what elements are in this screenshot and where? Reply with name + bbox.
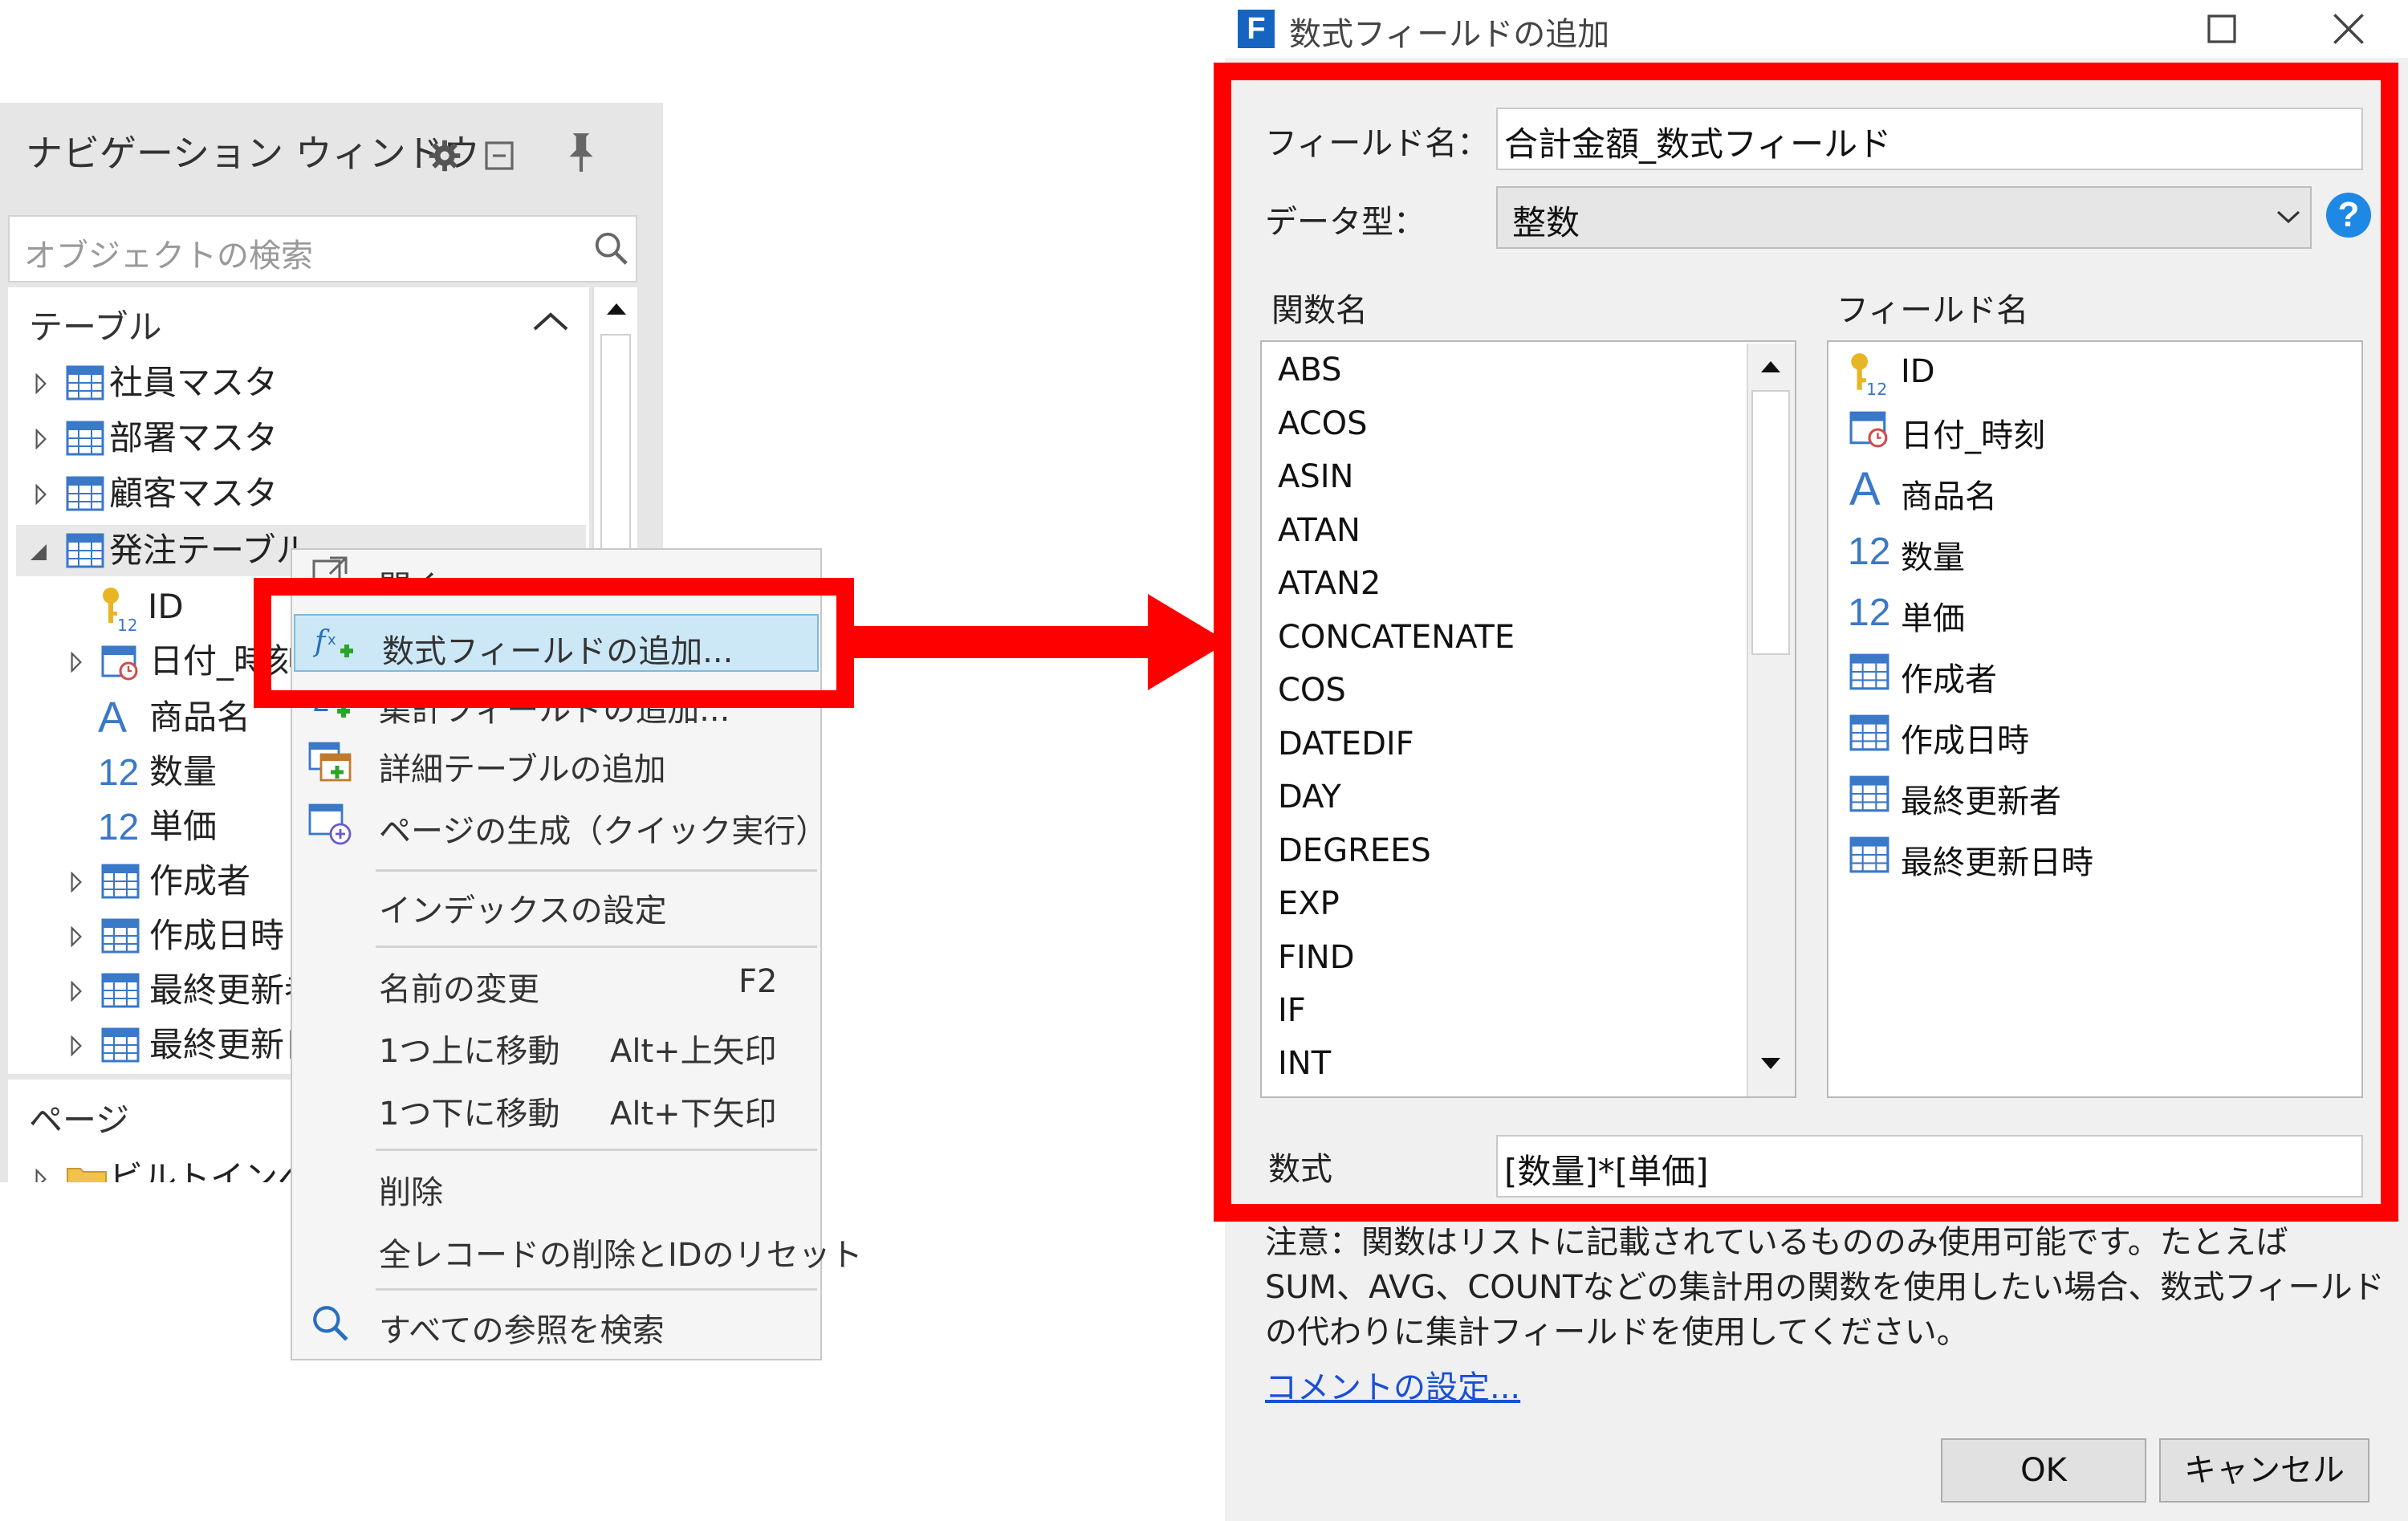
maximize-icon[interactable]: [2206, 13, 2238, 45]
collapse-icon[interactable]: [483, 140, 515, 172]
scroll-up-arrow-icon[interactable]: [605, 300, 628, 316]
menu-item-index-settings[interactable]: インデックスの設定: [292, 875, 820, 933]
expand-triangle-icon[interactable]: [34, 484, 48, 505]
gear-icon[interactable]: [427, 138, 462, 173]
tree-field-label: 単価: [149, 807, 218, 846]
table-icon: [101, 918, 140, 954]
menu-separator: [376, 1149, 817, 1151]
tree-field-label: 数量: [149, 752, 218, 791]
menu-item-rename[interactable]: 名前の変更 F2: [292, 954, 820, 1011]
generate-page-icon: [308, 803, 352, 845]
tree-field-item[interactable]: 最終更新者: [69, 965, 318, 1016]
app-logo-icon: F: [1238, 10, 1275, 48]
tree-item-table[interactable]: 社員マスタ: [29, 357, 543, 409]
expand-triangle-icon[interactable]: [69, 926, 83, 947]
collapse-triangle-icon[interactable]: [29, 543, 48, 562]
tree-item-label: 顧客マスタ: [109, 474, 279, 513]
tree-field-label: 作成日時: [149, 916, 285, 955]
menu-item-add-detail-table[interactable]: 詳細テーブルの追加: [292, 734, 820, 791]
menu-item-label: すべての参照を検索: [379, 1312, 665, 1349]
menu-item-find-references[interactable]: すべての参照を検索: [292, 1295, 820, 1352]
tree-item-label: 発注テーブル: [109, 531, 310, 570]
tree-field-item[interactable]: 12 数量: [69, 746, 310, 798]
menu-item-label: ページの生成（クイック実行）: [379, 813, 828, 850]
number-12-icon: 12: [98, 751, 140, 793]
expand-triangle-icon[interactable]: [69, 652, 83, 673]
detail-table-icon: [308, 742, 352, 782]
menu-item-generate-page[interactable]: ページの生成（クイック実行）: [292, 795, 828, 853]
menu-separator: [376, 946, 817, 948]
expand-triangle-icon[interactable]: [69, 1035, 83, 1056]
menu-item-label: インデックスの設定: [379, 893, 667, 929]
table-icon: [101, 864, 140, 899]
section-tables-label: テーブル: [29, 307, 162, 347]
dialog-title: 数式フィールドの追加: [1289, 16, 1610, 53]
search-placeholder: オブジェクトの検索: [24, 238, 313, 275]
tree-field-item[interactable]: 作成者: [69, 856, 310, 907]
tree-item-table[interactable]: 部署マスタ: [29, 413, 543, 464]
tree-field-label: 商品名: [149, 697, 251, 737]
menu-item-label: 1つ下に移動: [379, 1096, 560, 1133]
tree-field-label: 作成者: [149, 861, 251, 901]
calendar-icon: [101, 645, 138, 681]
svg-text:12: 12: [117, 616, 137, 632]
menu-item-shortcut: Alt+上矢印: [610, 1033, 777, 1070]
table-icon: [101, 1027, 140, 1063]
menu-item-shortcut: Alt+下矢印: [610, 1096, 777, 1133]
tree-field-label: ID: [148, 587, 184, 626]
menu-item-move-down[interactable]: 1つ下に移動 Alt+下矢印: [292, 1078, 820, 1136]
key-number-icon: 12: [103, 588, 137, 632]
menu-item-label: 全レコードの削除とIDのリセット: [379, 1237, 863, 1274]
chevron-up-icon[interactable]: [531, 310, 570, 332]
menu-item-delete-all-reset-id[interactable]: 全レコードの削除とIDのリセット: [292, 1219, 863, 1277]
expand-triangle-icon[interactable]: [69, 981, 83, 1002]
search-icon[interactable]: [592, 230, 629, 266]
menu-separator: [376, 869, 817, 872]
search-icon: [313, 1306, 348, 1341]
menu-item-label: 1つ上に移動: [379, 1033, 560, 1070]
comment-settings-link[interactable]: コメントの設定...: [1265, 1361, 1520, 1408]
ok-button[interactable]: OK: [1941, 1438, 2146, 1503]
red-arrow-icon: [851, 594, 1228, 690]
tree-field-item[interactable]: 作成日時: [69, 910, 310, 962]
menu-item-label: 削除: [379, 1174, 443, 1211]
menu-separator: [376, 1288, 817, 1291]
tree-item-table[interactable]: 顧客マスタ: [29, 468, 543, 519]
cancel-button[interactable]: キャンセル: [2159, 1438, 2369, 1503]
menu-item-delete[interactable]: 削除: [292, 1157, 820, 1214]
tree-field-item[interactable]: 12 単価: [69, 801, 310, 852]
table-icon: [66, 476, 104, 511]
menu-highlight-box: [254, 578, 854, 708]
tree-field-item[interactable]: 最終更新日時: [69, 1019, 352, 1071]
dialog-note: 注意：関数はリストに記載されているもののみ使用可能です。たとえばSUM、AVG、…: [1265, 1224, 2385, 1351]
pin-icon[interactable]: [563, 130, 599, 173]
table-icon: [66, 533, 104, 568]
section-pages-label: ページ: [29, 1100, 130, 1140]
tree-item-label: 社員マスタ: [109, 363, 279, 402]
table-icon: [66, 365, 104, 401]
menu-item-label: 詳細テーブルの追加: [379, 751, 666, 788]
expand-triangle-icon[interactable]: [34, 1169, 48, 1182]
number-12-icon: 12: [98, 806, 140, 848]
table-icon: [101, 973, 140, 1008]
expand-triangle-icon[interactable]: [34, 429, 48, 449]
menu-item-move-up[interactable]: 1つ上に移動 Alt+上矢印: [292, 1015, 820, 1073]
text-a-icon: A: [98, 693, 128, 742]
menu-item-shortcut: F2: [738, 963, 778, 1000]
close-icon[interactable]: [2331, 11, 2366, 47]
menu-item-label: 名前の変更: [379, 971, 539, 1008]
table-icon: [66, 421, 104, 456]
navigation-title: ナビゲーション ウィンドウ: [26, 132, 480, 175]
tree-item-label: 部署マスタ: [109, 418, 279, 458]
folder-icon: [67, 1168, 107, 1182]
object-search-input[interactable]: オブジェクトの検索: [8, 215, 637, 283]
expand-triangle-icon[interactable]: [34, 373, 48, 394]
dialog-highlight-box: [1214, 63, 2398, 1222]
expand-triangle-icon[interactable]: [69, 872, 83, 893]
